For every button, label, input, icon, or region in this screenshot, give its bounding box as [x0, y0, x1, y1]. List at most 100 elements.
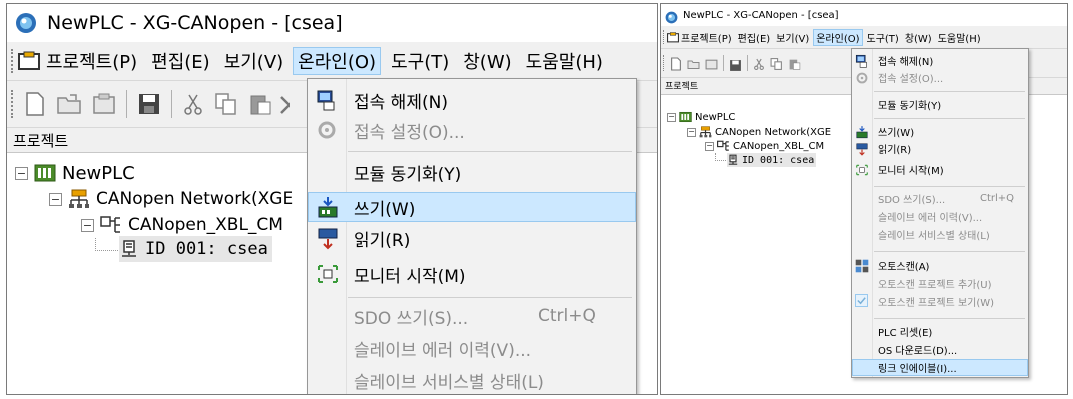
tree-root-item[interactable]: − NewPLC: [15, 160, 135, 186]
new-file-icon[interactable]: [24, 92, 46, 116]
menu-item-label: 읽기(R): [878, 145, 912, 156]
menu-item-slave-service-status[interactable]: 슬레이브 서비스별 상태(L): [308, 365, 636, 394]
menu-online[interactable]: 온라인(O): [293, 47, 382, 75]
menu-item-module-sync[interactable]: 모듈 동기화(Y): [308, 157, 636, 187]
new-file-icon[interactable]: [670, 56, 682, 71]
menu-item-link-enable[interactable]: 링크 인에이블(I)...: [852, 359, 1028, 376]
window-title: NewPLC - XG-CANopen - [csea]: [683, 9, 839, 21]
read-icon: [855, 142, 869, 156]
open-project-icon[interactable]: [705, 56, 718, 70]
menu-item-autoscan[interactable]: 오토스캔(A): [852, 257, 1028, 274]
slave-node-icon: [727, 154, 739, 166]
menu-edit[interactable]: 편집(E): [736, 30, 773, 45]
menu-tools[interactable]: 도구(T): [865, 30, 901, 45]
app-logo-icon: [665, 9, 678, 23]
menu-online[interactable]: 온라인(O): [813, 28, 863, 46]
menu-item-sdo-write[interactable]: SDO 쓰기(S)... Ctrl+Q: [308, 301, 636, 331]
menu-item-label: 오토스캔(A): [878, 262, 930, 273]
window-title: NewPLC - XG-CANopen - [csea]: [47, 12, 343, 34]
menu-window[interactable]: 창(W): [903, 30, 934, 45]
tree-root-item[interactable]: − NewPLC: [667, 110, 735, 124]
paste-icon[interactable]: [248, 92, 272, 116]
open-folder-icon[interactable]: [56, 92, 84, 116]
slave-node-icon: [119, 239, 139, 259]
save-icon[interactable]: [729, 57, 742, 71]
menu-view[interactable]: 보기(V): [220, 48, 287, 74]
menu-item-module-sync[interactable]: 모듈 동기화(Y): [852, 96, 1028, 113]
tree-root-label: NewPLC: [62, 162, 135, 184]
paste-icon[interactable]: [788, 56, 801, 70]
menu-view[interactable]: 보기(V): [774, 30, 811, 45]
menu-item-autoscan-add-project[interactable]: 오토스캔 프로젝트 추가(U): [852, 275, 1028, 292]
open-folder-icon[interactable]: [687, 56, 701, 70]
tree-node-item[interactable]: ID 001: csea: [727, 153, 817, 167]
write-icon: [855, 125, 869, 139]
menu-item-slave-error-history[interactable]: 슬레이브 에러 이력(V)...: [308, 333, 636, 363]
connection-settings-icon: [855, 71, 869, 85]
menu-project[interactable]: 프로젝트(P): [42, 48, 141, 74]
delete-icon[interactable]: [278, 92, 290, 116]
menu-item-label: 오토스캔 프로젝트 보기(W): [878, 298, 995, 309]
menu-item-label: 모니터 시작(M): [354, 266, 466, 287]
menu-item-label: 접속 해제(N): [878, 57, 934, 68]
tree-network-item[interactable]: − CANopen Network(XGE: [49, 186, 293, 212]
plc-icon: [34, 163, 56, 183]
collapse-icon[interactable]: −: [687, 127, 696, 137]
menu-item-sdo-write[interactable]: SDO 쓰기(S)... Ctrl+Q: [852, 190, 1028, 207]
menu-item-read[interactable]: 읽기(R): [852, 140, 1028, 157]
online-dropdown-menu: 접속 해제(N) 접속 설정(O)... 모듈 동기화(Y) 쓰기(W) 읽기(…: [307, 78, 637, 394]
menu-project[interactable]: 프로젝트(P): [679, 30, 734, 45]
menu-edit[interactable]: 편집(E): [147, 48, 214, 74]
menu-item-connection-settings[interactable]: 접속 설정(O)...: [308, 115, 636, 145]
tree-module-item[interactable]: − CANopen_XBL_CM: [705, 139, 824, 153]
tree-connector-line: [95, 238, 118, 251]
menu-item-write[interactable]: 쓰기(W): [852, 123, 1028, 140]
title-bar: NewPLC - XG-CANopen - [csea]: [661, 4, 1067, 27]
menu-item-os-download[interactable]: OS 다운로드(D)...: [852, 341, 1028, 358]
menu-item-label: 슬레이브 서비스별 상태(L): [354, 372, 544, 393]
collapse-icon[interactable]: −: [81, 218, 94, 232]
collapse-icon[interactable]: −: [49, 192, 62, 206]
cut-icon[interactable]: [182, 92, 204, 116]
project-panel-title: 프로젝트: [13, 132, 69, 150]
menu-item-label: 읽기(R): [354, 230, 411, 251]
menu-window[interactable]: 창(W): [459, 48, 515, 74]
menu-item-shortcut: Ctrl+Q: [980, 193, 1015, 204]
cut-icon[interactable]: [753, 56, 765, 70]
menu-item-slave-error-history[interactable]: 슬레이브 에러 이력(V)...: [852, 208, 1028, 225]
copy-icon[interactable]: [770, 56, 783, 70]
online-dropdown-menu: 접속 해제(N) 접속 설정(O)... 모듈 동기화(Y) 쓰기(W) 읽기(…: [851, 48, 1029, 378]
menu-item-connection-settings[interactable]: 접속 설정(O)...: [852, 69, 1028, 86]
collapse-icon[interactable]: −: [705, 141, 714, 151]
toolbar-separator: [126, 90, 127, 118]
menu-item-read[interactable]: 읽기(R): [308, 223, 636, 253]
menu-item-monitor-start[interactable]: 모니터 시작(M): [308, 259, 636, 289]
menu-tools[interactable]: 도구(T): [387, 48, 453, 74]
save-icon[interactable]: [137, 92, 161, 116]
menu-item-label: 슬레이브 에러 이력(V)...: [354, 340, 532, 361]
tree-module-item[interactable]: − CANopen_XBL_CM: [81, 212, 283, 238]
menu-item-label: 쓰기(W): [878, 128, 915, 139]
menu-item-slave-service-status[interactable]: 슬레이브 서비스별 상태(L): [852, 226, 1028, 243]
menu-item-autoscan-view-project[interactable]: 오토스캔 프로젝트 보기(W): [852, 293, 1028, 310]
copy-icon[interactable]: [214, 92, 238, 116]
tree-node-item[interactable]: ID 001: csea: [119, 236, 272, 262]
right-window: NewPLC - XG-CANopen - [csea] 프로젝트(P) 편집(…: [660, 3, 1068, 395]
menu-help[interactable]: 도움말(H): [936, 30, 983, 45]
menu-item-write[interactable]: 쓰기(W): [308, 192, 636, 222]
menu-separator: [348, 297, 632, 298]
tree-network-label: CANopen Network(XGE: [96, 189, 294, 209]
collapse-icon[interactable]: −: [667, 112, 676, 122]
menu-item-monitor-start[interactable]: 모니터 시작(M): [852, 161, 1028, 178]
menu-item-disconnect[interactable]: 접속 해제(N): [308, 85, 636, 115]
left-window: NewPLC - XG-CANopen - [csea] 프로젝트(P) 편집(…: [6, 3, 658, 395]
menu-help[interactable]: 도움말(H): [522, 48, 607, 74]
menu-item-label: 모듈 동기화(Y): [878, 101, 942, 112]
collapse-icon[interactable]: −: [15, 166, 28, 180]
tree-network-item[interactable]: − CANopen Network(XGE: [687, 125, 831, 139]
menu-item-disconnect[interactable]: 접속 해제(N): [852, 52, 1028, 69]
open-project-icon[interactable]: [92, 92, 116, 116]
menu-item-label: 슬레이브 서비스별 상태(L): [878, 231, 990, 242]
menu-item-label: 슬레이브 에러 이력(V)...: [878, 213, 983, 224]
menu-item-plc-reset[interactable]: PLC 리셋(E): [852, 323, 1028, 340]
